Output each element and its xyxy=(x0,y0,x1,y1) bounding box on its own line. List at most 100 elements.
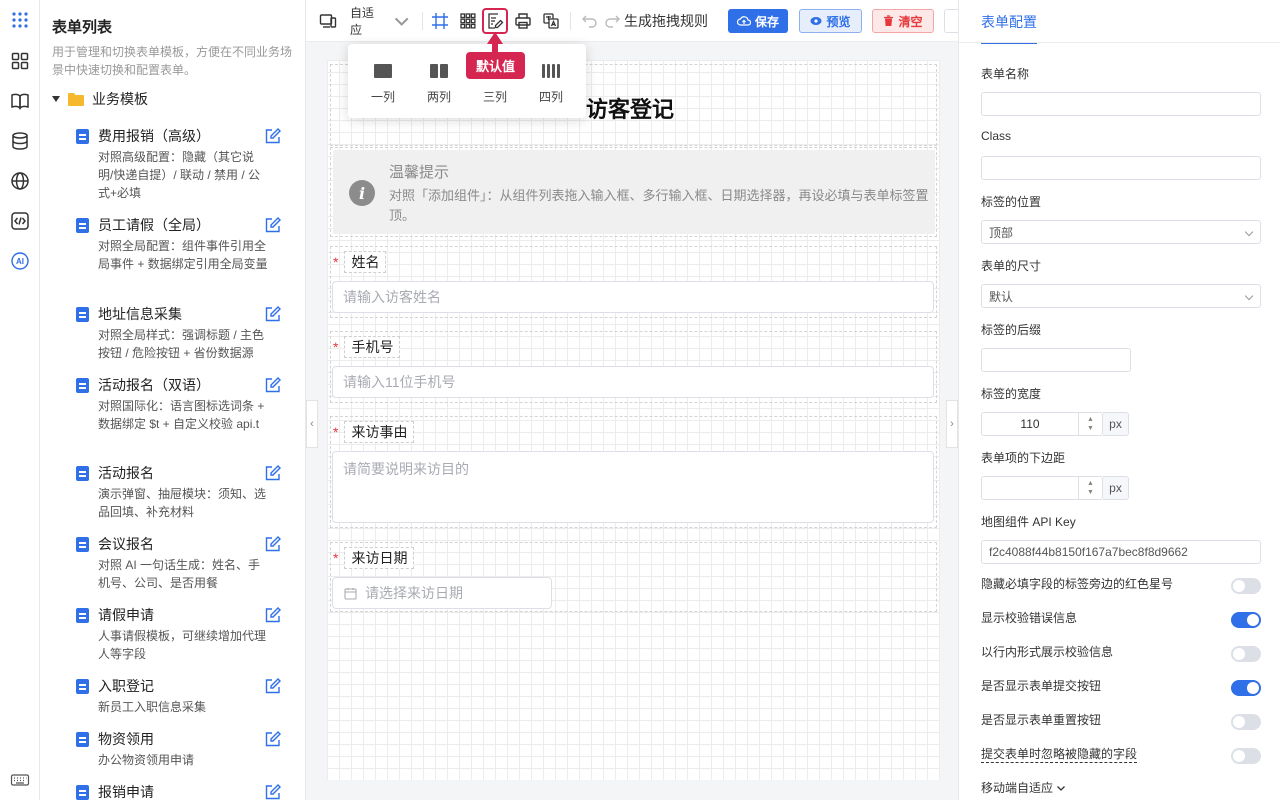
document-icon xyxy=(76,129,89,144)
icon-rail: AI xyxy=(0,0,40,800)
toggle-label: 以行内形式展示校验信息 xyxy=(981,645,1114,659)
show-submit-button-switch[interactable] xyxy=(1231,680,1261,696)
template-title: 入职登记 xyxy=(98,678,154,694)
ai-icon[interactable]: AI xyxy=(8,249,32,273)
template-desc: 演示弹窗、抽屉模块：须知、选品回填、补充材料 xyxy=(98,487,267,519)
label-width-unit: px xyxy=(1103,412,1129,436)
hide-required-asterisk-switch[interactable] xyxy=(1231,578,1261,594)
collapse-right-button[interactable]: › xyxy=(946,400,958,448)
print-icon[interactable] xyxy=(513,10,533,32)
field-label-date: * 来访日期 xyxy=(333,547,415,569)
label-width-input[interactable]: 110 ▲ ▼ xyxy=(981,412,1103,436)
toggle-label: 提交表单时忽略被隐藏的字段 xyxy=(981,747,1138,763)
template-desc: 办公物资领用申请 xyxy=(98,753,195,767)
form-name-label: 表单名称 xyxy=(981,67,1030,81)
four-column-icon xyxy=(531,64,571,80)
visitor-name-input[interactable]: 请输入访客姓名 xyxy=(332,281,934,313)
book-icon[interactable] xyxy=(8,89,32,113)
frame-icon[interactable] xyxy=(430,10,450,32)
toggle-label: 显示校验错误信息 xyxy=(981,611,1078,625)
label-position-label: 标签的位置 xyxy=(981,195,1042,209)
map-key-input[interactable]: f2c4088f44b8150f167a7bec8f8d9662 xyxy=(981,540,1261,564)
template-desc: 对照国际化：语言图标选词条 + 数据绑定 $t + 自定义校验 api.t xyxy=(98,399,265,431)
tab-form-config[interactable]: 表单配置 xyxy=(981,12,1037,44)
edit-icon[interactable] xyxy=(264,305,282,323)
stepper-icon[interactable]: ▲ ▼ xyxy=(1078,477,1102,499)
svg-text:AI: AI xyxy=(16,257,24,266)
edit-icon[interactable] xyxy=(264,127,282,145)
preview-button[interactable]: 预览 xyxy=(799,9,862,33)
edit-icon[interactable] xyxy=(264,464,282,482)
phone-input[interactable]: 请输入11位手机号 xyxy=(332,366,934,398)
edit-icon[interactable] xyxy=(264,783,282,800)
form-list-sidebar: 表单列表 用于管理和切换表单模板，方便在不同业务场景中快速切换和配置表单。 业务… xyxy=(40,0,306,800)
template-desc: 对照全局配置：组件事件引用全局事件 + 数据绑定引用全局变量 xyxy=(98,239,268,271)
edit-icon[interactable] xyxy=(264,730,282,748)
apps-grid-icon[interactable] xyxy=(8,8,32,32)
one-column-option[interactable]: 一列 xyxy=(363,64,403,105)
date-placeholder: 请选择来访日期 xyxy=(365,585,463,601)
template-desc: 新员工入职信息采集 xyxy=(98,700,207,714)
globe-icon[interactable] xyxy=(8,169,32,193)
toggle-label: 是否显示表单重置按钮 xyxy=(981,713,1102,727)
visit-date-picker[interactable]: 请选择来访日期 xyxy=(332,577,552,609)
form-config-panel: 表单配置 表单名称 Class 标签的位置 顶部 表单的尺寸 默认 标签的后缀 … xyxy=(958,0,1280,800)
folder-label: 业务模板 xyxy=(92,91,148,107)
sidebar-title: 表单列表 xyxy=(52,19,113,36)
form-size-label: 表单的尺寸 xyxy=(981,259,1042,273)
code-icon[interactable] xyxy=(8,209,32,233)
edit-icon[interactable] xyxy=(264,606,282,624)
collapse-left-button[interactable]: ‹ xyxy=(306,400,318,448)
alert-body: 对照「添加组件」：从组件列表拖入输入框、多行输入框、日期选择器，再设必填与表单标… xyxy=(389,188,929,223)
keyboard-icon[interactable] xyxy=(8,768,32,792)
edit-icon[interactable] xyxy=(264,535,282,553)
form-name-input[interactable] xyxy=(981,92,1261,116)
ignore-hidden-fields-switch[interactable] xyxy=(1231,748,1261,764)
visit-reason-textarea[interactable]: 请简要说明来访目的 xyxy=(332,451,934,523)
item-margin-input[interactable]: ▲ ▼ xyxy=(981,476,1103,500)
translate-icon[interactable] xyxy=(541,10,561,32)
edit-icon[interactable] xyxy=(264,376,282,394)
field-label-name: * 姓名 xyxy=(333,251,387,273)
app: AI 表单列表 用于管理和切换表单模板，方便在不同业务场景中快速切换和配置表单。… xyxy=(0,0,1280,800)
label-suffix-input[interactable] xyxy=(981,348,1131,372)
eye-icon xyxy=(810,17,822,25)
class-input[interactable] xyxy=(981,156,1261,180)
template-title: 地址信息采集 xyxy=(98,306,182,322)
document-icon xyxy=(76,218,89,233)
more-toolbar-button[interactable] xyxy=(944,9,958,33)
stepper-icon[interactable]: ▲ ▼ xyxy=(1078,413,1102,435)
layout-grid-icon[interactable] xyxy=(8,49,32,73)
redo-icon[interactable] xyxy=(602,10,622,32)
clear-button[interactable]: 清空 xyxy=(872,9,934,33)
two-column-option[interactable]: 两列 xyxy=(419,64,459,105)
form-size-select[interactable]: 默认 xyxy=(981,284,1261,308)
label-suffix-label: 标签的后缀 xyxy=(981,323,1042,337)
chevron-down-icon xyxy=(1244,227,1254,237)
template-title: 活动报名 xyxy=(98,465,154,481)
four-column-option[interactable]: 四列 xyxy=(531,64,571,105)
generate-rules-button[interactable]: 生成拖拽规则 xyxy=(624,10,708,32)
template-desc: 对照全局样式：强调标题 / 主色按钮 / 危险按钮 + 省份数据源 xyxy=(98,328,265,360)
map-key-label: 地图组件 API Key xyxy=(981,515,1076,529)
template-title: 会议报名 xyxy=(98,536,154,552)
device-icon[interactable] xyxy=(318,10,338,32)
show-validation-error-switch[interactable] xyxy=(1231,612,1261,628)
database-icon[interactable] xyxy=(8,129,32,153)
mobile-adaptive-toggle[interactable]: 移动端自适应 xyxy=(981,779,1066,796)
info-icon: i xyxy=(349,180,375,206)
save-button[interactable]: 保存 xyxy=(728,9,788,33)
template-title: 报销申请 xyxy=(98,784,154,800)
edit-icon[interactable] xyxy=(264,216,282,234)
inline-validation-switch[interactable] xyxy=(1231,646,1261,662)
folder-business-templates[interactable]: 业务模板 xyxy=(52,89,148,109)
undo-icon[interactable] xyxy=(580,10,600,32)
adaptive-select[interactable]: 自适应 xyxy=(350,6,410,37)
show-reset-button-switch[interactable] xyxy=(1231,714,1261,730)
class-label: Class xyxy=(981,129,1012,143)
document-icon xyxy=(76,608,89,623)
edit-icon[interactable] xyxy=(264,677,282,695)
template-desc: 对照 AI 一句话生成：姓名、手机号、公司、是否用餐 xyxy=(98,558,261,590)
layout-icon[interactable] xyxy=(458,10,478,32)
label-position-select[interactable]: 顶部 xyxy=(981,220,1261,244)
